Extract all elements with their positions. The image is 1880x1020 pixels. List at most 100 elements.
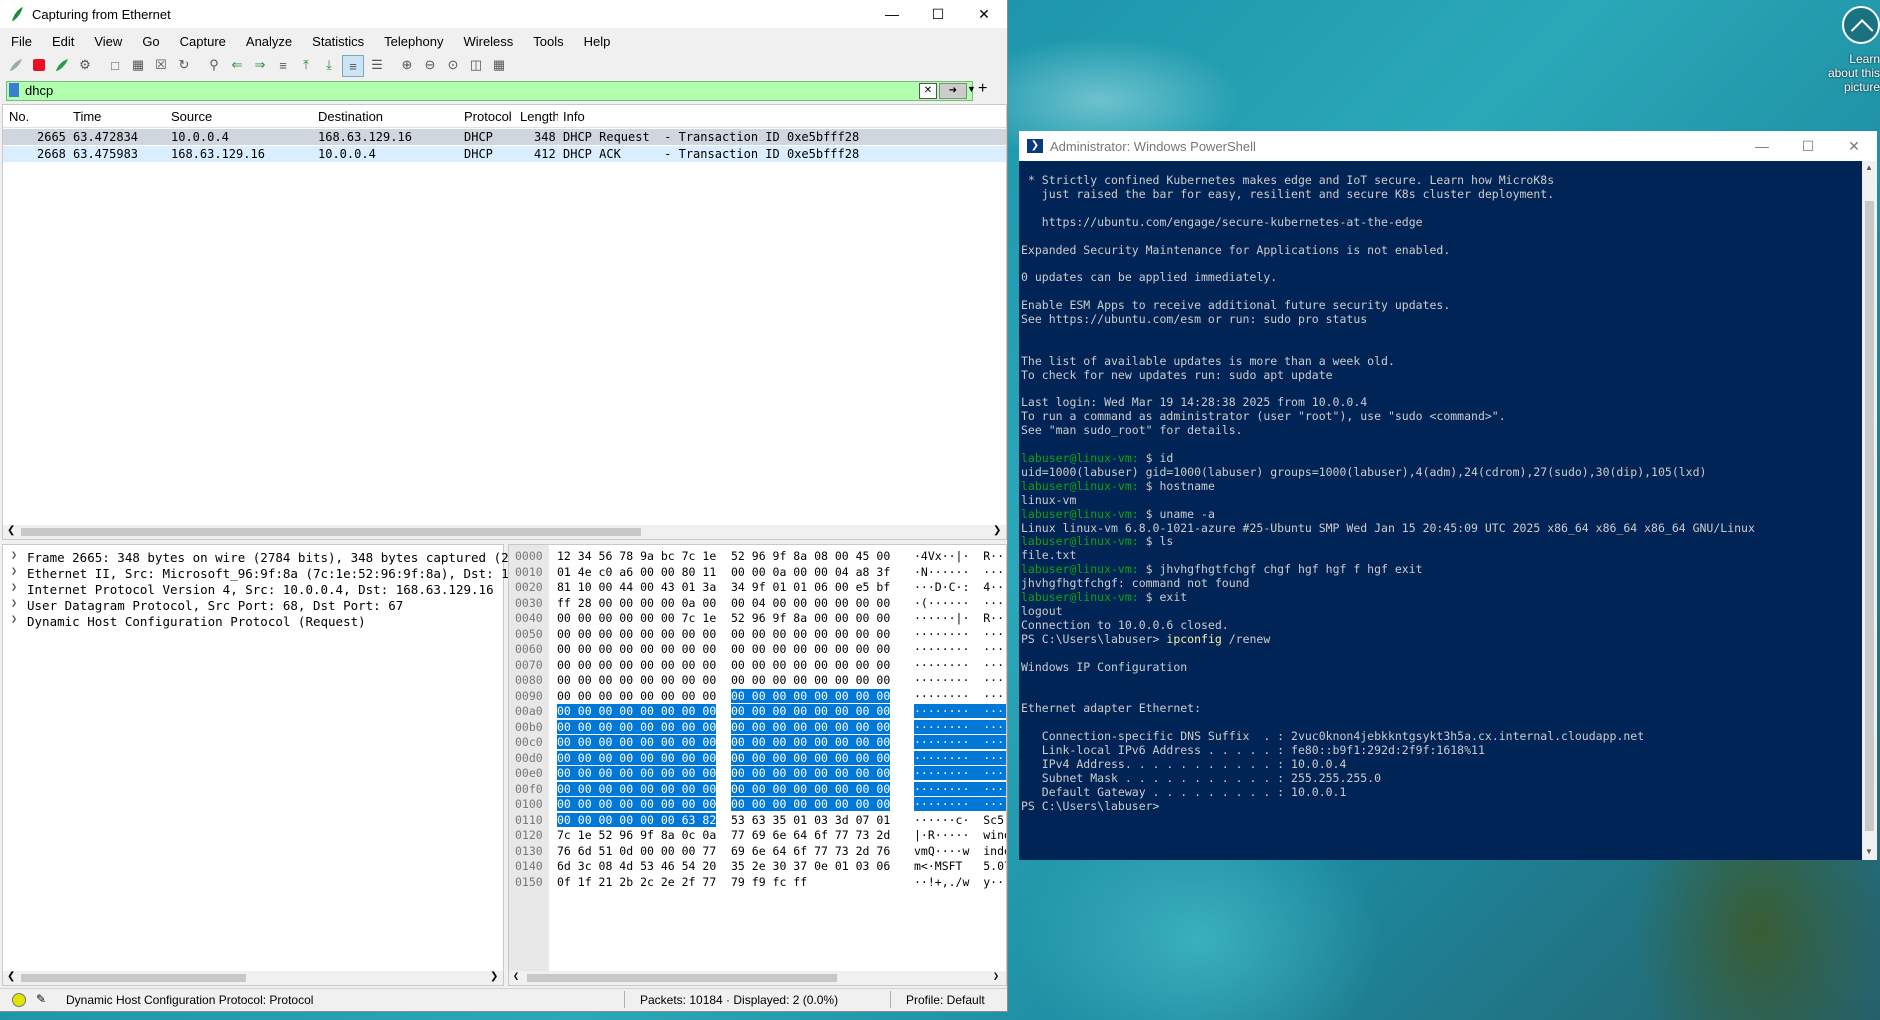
scroll-down-icon[interactable]: ▼ <box>1865 847 1873 856</box>
hex-row[interactable]: 0040 00 00 00 00 00 00 7c 1e 52 96 9f 8a 0… <box>509 611 1006 626</box>
hex-row[interactable]: 0150 0f 1f 21 2b 2c 2e 2f 77 79 f9 fc ff ··… <box>509 875 1006 890</box>
scroll-left-icon[interactable]: ❮ <box>7 525 15 536</box>
autoscroll-icon[interactable]: ≡ <box>342 55 364 77</box>
layout-icon[interactable]: ▦ <box>489 55 509 75</box>
hex-row[interactable]: 00f0 00 00 00 00 00 00 00 00 00 00 00 00 0… <box>509 781 1006 797</box>
hex-row[interactable]: 00c0 00 00 00 00 00 00 00 00 00 00 00 00 0… <box>509 735 1006 750</box>
expert-info-icon[interactable] <box>12 993 26 1007</box>
menu-telephony[interactable]: Telephony <box>373 32 452 52</box>
find-packet-icon[interactable]: ⚲ <box>204 55 224 75</box>
capture-comment-icon[interactable]: ✎ <box>36 992 46 1006</box>
zoom-normal-icon[interactable]: ⊙ <box>443 55 463 75</box>
scroll-left-icon[interactable]: ❮ <box>7 971 15 982</box>
hex-row[interactable]: 0020 81 10 00 44 00 43 01 3a 34 9f 01 01 0… <box>509 580 1006 595</box>
scrollbar-thumb[interactable] <box>21 974 246 982</box>
open-file-icon[interactable]: □ <box>105 55 125 75</box>
packet-row[interactable]: 2665 63.472834 10.0.0.4 168.63.129.16 DH… <box>3 129 1006 145</box>
hex-row[interactable]: 0050 00 00 00 00 00 00 00 00 00 00 00 00 0… <box>509 627 1006 642</box>
column-no[interactable]: No. <box>9 109 29 124</box>
packet-row[interactable]: 2668 63.475983 168.63.129.16 10.0.0.4 DH… <box>3 146 1006 162</box>
detail-row-ethernet[interactable]: ❯ Ethernet II, Src: Microsoft_96:9f:8a (… <box>3 565 539 581</box>
zoom-in-icon[interactable]: ⊕ <box>397 55 417 75</box>
packet-list-scrollbar[interactable]: ❮ ❯ <box>3 525 1006 539</box>
filter-history-dropdown-icon[interactable]: ▼ <box>967 84 976 94</box>
detail-row-frame[interactable]: ❯ Frame 2665: 348 bytes on wire (2784 bi… <box>3 549 531 565</box>
column-destination[interactable]: Destination <box>318 109 383 124</box>
maximize-button[interactable]: ☐ <box>915 0 961 28</box>
expand-arrow-icon[interactable]: ❯ <box>11 550 17 561</box>
last-packet-icon[interactable]: ⤓ <box>319 55 339 75</box>
menu-go[interactable]: Go <box>131 32 168 52</box>
spotlight-label[interactable]: Learn about this picture <box>1826 52 1880 94</box>
menu-view[interactable]: View <box>83 32 131 52</box>
scroll-up-icon[interactable]: ▲ <box>1865 163 1873 172</box>
expand-arrow-icon[interactable]: ❯ <box>11 566 17 577</box>
scrollbar-thumb[interactable] <box>1865 201 1874 831</box>
hex-row[interactable]: 0120 7c 1e 52 96 9f 8a 0c 0a 77 69 6e 64 6… <box>509 828 1006 843</box>
restart-capture-icon[interactable] <box>52 55 72 75</box>
menu-file[interactable]: File <box>0 32 41 52</box>
column-protocol[interactable]: Protocol <box>464 109 512 124</box>
go-to-packet-icon[interactable]: ≡ <box>273 55 293 75</box>
hex-row[interactable]: 0140 6d 3c 08 4d 53 46 54 20 35 2e 30 37 0… <box>509 859 1006 874</box>
resize-columns-icon[interactable]: ◫ <box>466 55 486 75</box>
go-forward-icon[interactable]: ⇒ <box>250 55 270 75</box>
status-profile[interactable]: Profile: Default <box>906 993 985 1007</box>
bytes-scrollbar[interactable]: ❮ ❯ <box>509 971 1006 985</box>
hex-row[interactable]: 0070 00 00 00 00 00 00 00 00 00 00 00 00 0… <box>509 658 1006 673</box>
menu-analyze[interactable]: Analyze <box>235 32 301 52</box>
hex-row[interactable]: 0110 00 00 00 00 00 00 63 82 53 63 35 01 0… <box>509 812 1006 828</box>
close-button[interactable]: ✕ <box>1831 131 1877 161</box>
detail-row-ipv4[interactable]: ❯ Internet Protocol Version 4, Src: 10.0… <box>3 581 503 597</box>
minimize-button[interactable]: — <box>1739 131 1785 161</box>
go-back-icon[interactable]: ⇐ <box>227 55 247 75</box>
hex-row[interactable]: 00e0 00 00 00 00 00 00 00 00 00 00 00 00 0… <box>509 766 1006 781</box>
reload-file-icon[interactable]: ↻ <box>174 55 194 75</box>
details-scrollbar[interactable]: ❮ ❯ <box>3 971 503 985</box>
column-length[interactable]: Length <box>520 109 558 124</box>
hex-row[interactable]: 0030 ff 28 00 00 00 00 0a 00 00 04 00 00 0… <box>509 596 1006 611</box>
close-file-icon[interactable]: ☒ <box>151 55 171 75</box>
menu-statistics[interactable]: Statistics <box>301 32 373 52</box>
title-bar[interactable]: Capturing from Ethernet — ☐ ✕ <box>0 0 1007 28</box>
hex-row[interactable]: 00b0 00 00 00 00 00 00 00 00 00 00 00 00 0… <box>509 719 1006 735</box>
menu-help[interactable]: Help <box>573 32 620 52</box>
scrollbar-thumb[interactable] <box>527 974 837 982</box>
column-source[interactable]: Source <box>171 109 212 124</box>
filter-bookmark-icon[interactable] <box>9 83 19 97</box>
clear-filter-icon[interactable]: ✕ <box>919 83 937 99</box>
hex-row[interactable]: 0090 00 00 00 00 00 00 00 00 00 00 00 00 0… <box>509 688 1006 704</box>
column-time[interactable]: Time <box>73 109 101 124</box>
detail-row-udp[interactable]: ❯ User Datagram Protocol, Src Port: 68, … <box>3 597 503 613</box>
hex-row[interactable]: 0060 00 00 00 00 00 00 00 00 00 00 00 00 0… <box>509 642 1006 657</box>
menu-wireless[interactable]: Wireless <box>452 32 522 52</box>
apply-filter-icon[interactable]: ➜ <box>939 83 967 99</box>
scroll-right-icon[interactable]: ❯ <box>993 971 999 982</box>
menu-edit[interactable]: Edit <box>41 32 83 52</box>
close-button[interactable]: ✕ <box>961 0 1007 28</box>
hex-row[interactable]: 00d0 00 00 00 00 00 00 00 00 00 00 00 00 0… <box>509 750 1006 766</box>
column-info[interactable]: Info <box>563 109 585 124</box>
hex-row[interactable]: 0010 01 4e c0 a6 00 00 80 11 00 00 0a 00 0… <box>509 565 1006 580</box>
hex-row[interactable]: 0130 76 6d 51 0d 00 00 00 77 69 6e 64 6f 7… <box>509 844 1006 859</box>
first-packet-icon[interactable]: ⤒ <box>296 55 316 75</box>
scroll-left-icon[interactable]: ❮ <box>513 971 519 982</box>
capture-options-icon[interactable]: ⚙ <box>75 55 95 75</box>
scroll-right-icon[interactable]: ❯ <box>993 525 1001 536</box>
scroll-right-icon[interactable]: ❯ <box>490 971 498 982</box>
expand-arrow-icon[interactable]: ❯ <box>11 582 17 593</box>
hex-row[interactable]: 00a0 00 00 00 00 00 00 00 00 00 00 00 00 0… <box>509 704 1006 719</box>
display-filter-input[interactable] <box>25 82 905 98</box>
hex-row[interactable]: 0080 00 00 00 00 00 00 00 00 00 00 00 00 0… <box>509 673 1006 688</box>
menu-capture[interactable]: Capture <box>169 32 235 52</box>
zoom-out-icon[interactable]: ⊖ <box>420 55 440 75</box>
colorize-icon[interactable]: ☰ <box>367 55 387 75</box>
title-bar[interactable]: ❯ Administrator: Windows PowerShell — ☐ … <box>1019 131 1877 161</box>
add-filter-button-icon[interactable]: + <box>978 80 987 98</box>
hex-row[interactable]: 0100 00 00 00 00 00 00 00 00 00 00 00 00 0… <box>509 797 1006 812</box>
expand-arrow-icon[interactable]: ❯ <box>11 614 17 625</box>
maximize-button[interactable]: ☐ <box>1785 131 1831 161</box>
spotlight-icon[interactable] <box>1842 6 1880 44</box>
save-file-icon[interactable]: ▦ <box>128 55 148 75</box>
detail-row-dhcp[interactable]: ❯ Dynamic Host Configuration Protocol (R… <box>3 613 503 629</box>
